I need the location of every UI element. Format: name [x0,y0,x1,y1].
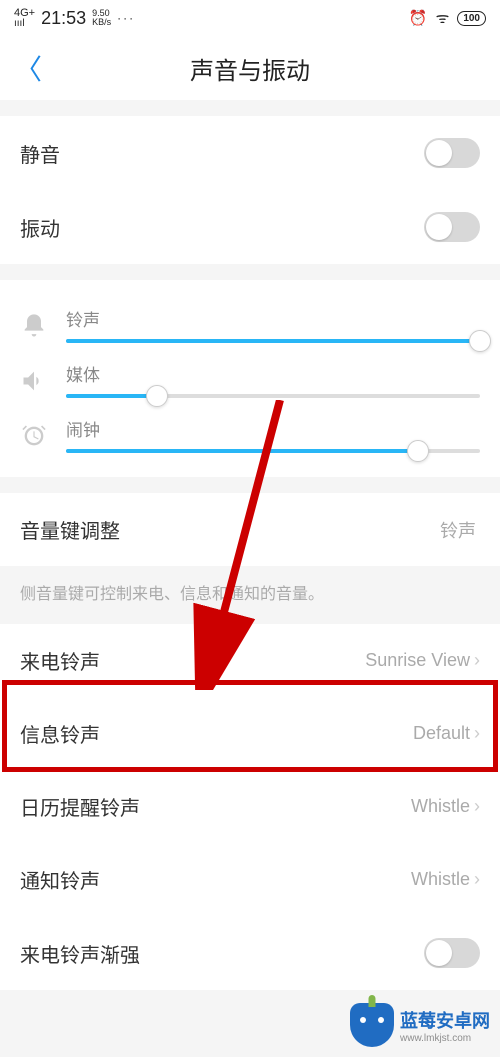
media-slider-row: 媒体 [20,343,480,398]
watermark-title: 蓝莓安卓网 [400,1007,490,1033]
alarm-slider-label: 闹钟 [66,416,480,441]
volume-key-value: 铃声 [440,517,476,543]
volume-key-section: 音量键调整 铃声 [0,493,500,566]
msg-ringtone-row[interactable]: 信息铃声 Default › [0,697,500,770]
page-title: 声音与振动 [0,51,500,86]
vibrate-row[interactable]: 振动 [0,190,500,264]
chevron-right-icon: › [474,869,480,890]
status-left: 4G+ ıııl 21:53 9.50 KB/s ··· [14,8,135,29]
volume-key-label: 音量键调整 [20,515,440,544]
alarm-slider[interactable] [66,449,480,453]
status-bar: 4G+ ıııl 21:53 9.50 KB/s ··· ⏰ ᯤ 100 [0,0,500,36]
alarm-slider-row: 闹钟 [20,398,480,453]
notif-ringtone-value: Whistle [411,869,470,890]
mute-toggle[interactable] [424,138,480,168]
wifi-icon: ᯤ [436,8,450,28]
volume-key-row[interactable]: 音量键调整 铃声 [0,493,500,566]
chevron-right-icon: › [474,723,480,744]
volume-key-hint: 侧音量键可控制来电、信息和通知的音量。 [0,566,500,624]
mute-label: 静音 [20,139,424,168]
cal-ringtone-row[interactable]: 日历提醒铃声 Whistle › [0,770,500,843]
ringtone-slider-label: 铃声 [66,306,480,331]
ramp-ringtone-label: 来电铃声渐强 [20,939,424,968]
clock: 21:53 [41,8,86,29]
call-ringtone-row[interactable]: 来电铃声 Sunrise View › [0,624,500,697]
network-type: 4G+ ıııl [14,8,35,29]
watermark-url: www.lmkjst.com [400,1033,490,1044]
notif-ringtone-row[interactable]: 通知铃声 Whistle › [0,843,500,916]
media-slider[interactable] [66,394,480,398]
ramp-toggle[interactable] [424,938,480,968]
watermark: 蓝莓安卓网 www.lmkjst.com [350,1003,490,1047]
cal-ringtone-value: Whistle [411,796,470,817]
msg-ringtone-label: 信息铃声 [20,719,413,748]
watermark-icon [350,1003,394,1047]
vibrate-toggle[interactable] [424,212,480,242]
call-ringtone-label: 来电铃声 [20,646,365,675]
alarm-icon: ⏰ [409,9,428,27]
back-button[interactable]: 〈 [14,48,42,88]
ringtone-slider[interactable] [66,339,480,343]
chevron-right-icon: › [474,650,480,671]
volume-sliders: 铃声 媒体 闹钟 [0,280,500,477]
media-slider-label: 媒体 [66,361,480,386]
chevron-right-icon: › [474,796,480,817]
call-ringtone-value: Sunrise View [365,650,470,671]
ramp-ringtone-row[interactable]: 来电铃声渐强 [0,916,500,990]
more-dots: ··· [117,11,135,25]
net-speed: 9.50 KB/s [92,9,111,27]
vibrate-label: 振动 [20,213,424,242]
ringtone-slider-row: 铃声 [20,288,480,343]
toggle-section: 静音 振动 [0,116,500,264]
speaker-icon [20,367,48,395]
header: 〈 声音与振动 [0,36,500,100]
battery-indicator: 100 [457,11,486,26]
ringtone-section: 来电铃声 Sunrise View › 信息铃声 Default › 日历提醒铃… [0,624,500,990]
status-right: ⏰ ᯤ 100 [409,8,486,28]
alarm-clock-icon [20,422,48,450]
mute-row[interactable]: 静音 [0,116,500,190]
bell-icon [20,312,48,340]
notif-ringtone-label: 通知铃声 [20,865,411,894]
cal-ringtone-label: 日历提醒铃声 [20,792,411,821]
msg-ringtone-value: Default [413,723,470,744]
